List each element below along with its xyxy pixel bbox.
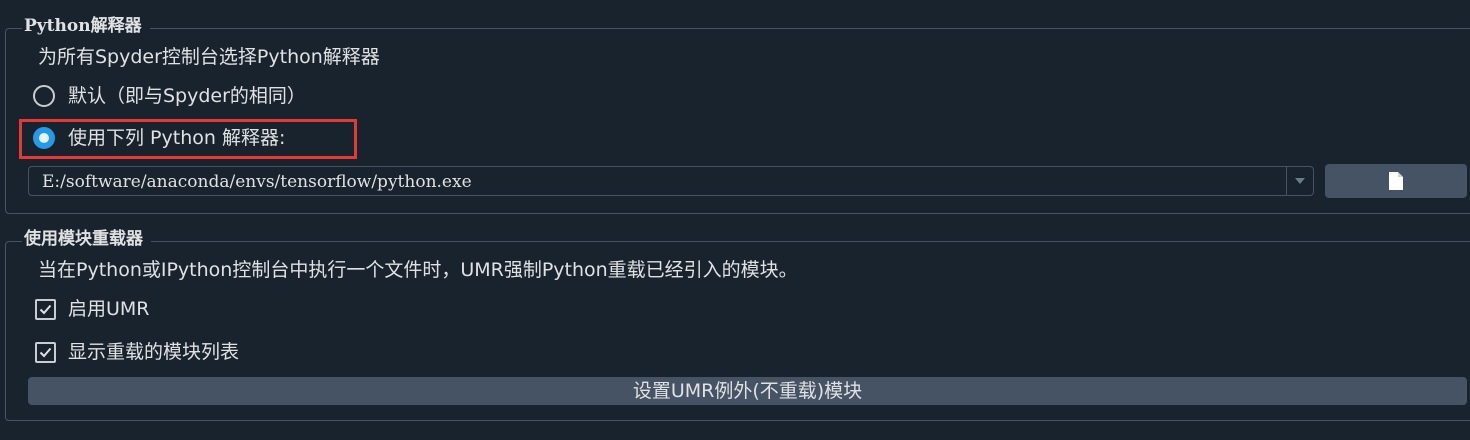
interpreter-description: 为所有Spyder控制台选择Python解释器 <box>38 46 380 68</box>
radio-default-label[interactable]: 默认（即与Spyder的相同） <box>68 84 306 108</box>
show-reload-list-checkbox[interactable] <box>35 342 56 363</box>
file-icon <box>1389 172 1403 190</box>
umr-group-title: 使用模块重载器 <box>22 229 151 249</box>
enable-umr-label[interactable]: 启用UMR <box>68 297 150 321</box>
set-umr-excluded-modules-button[interactable]: 设置UMR例外(不重载)模块 <box>28 377 1467 405</box>
umr-description: 当在Python或IPython控制台中执行一个文件时，UMR强制Python重… <box>38 259 798 281</box>
radio-custom-label[interactable]: 使用下列 Python 解释器: <box>68 126 285 150</box>
radio-custom-interpreter[interactable] <box>33 127 55 149</box>
enable-umr-checkbox[interactable] <box>35 299 56 320</box>
interpreter-path-combobox[interactable]: E:/software/anaconda/envs/tensorflow/pyt… <box>28 166 1314 196</box>
checkmark-icon <box>39 347 52 358</box>
chevron-down-icon[interactable] <box>1286 167 1313 195</box>
browse-file-button[interactable] <box>1325 164 1467 198</box>
radio-default-interpreter[interactable] <box>33 85 55 107</box>
show-reload-list-label[interactable]: 显示重载的模块列表 <box>68 340 239 364</box>
python-interpreter-group-title: Python解释器 <box>22 16 150 36</box>
interpreter-path-value: E:/software/anaconda/envs/tensorflow/pyt… <box>42 172 472 192</box>
checkmark-icon <box>39 304 52 315</box>
